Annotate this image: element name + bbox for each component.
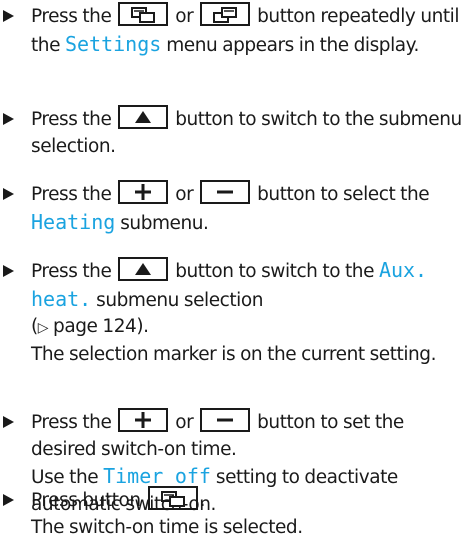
step-4: Press the button to switch to the Aux. h… [0,257,462,368]
page-reference: page 124). [48,316,149,338]
step-3: Press the or button to select the Heatin… [0,180,462,237]
triangle-bullet-icon [3,494,14,506]
step-text: Press the [31,109,117,130]
step-text: Press button [31,490,146,511]
triangle-bullet-icon [3,188,14,200]
triangle-bullet-icon [3,113,14,125]
step-text: button to switch to the [170,261,379,282]
triangle-bullet-icon [3,416,14,428]
step-text: Press the [31,6,117,27]
timer-off-setting-label: Timer off [103,464,211,489]
step-text: Press the [31,412,117,433]
instruction-page: Press the or button repeatedly until the… [0,0,464,557]
plus-key-icon [118,180,169,204]
step-6: Press button . The switch-on time is sel… [0,486,462,541]
screen-forward-key-icon [200,2,251,26]
heating-submenu-label: Heating [31,209,116,234]
step-note: The selection marker is on the current s… [31,343,437,365]
triangle-bullet-icon [3,265,14,277]
step-text: Press the [31,184,117,205]
step-1: Press the or button repeatedly until the… [0,2,462,59]
step-text: menu appears in the display. [161,34,419,56]
step-text: submenu selection [91,289,263,311]
minus-key-icon [200,180,251,204]
step-text: or [170,184,199,205]
triangle-bullet-icon [3,10,14,22]
plus-key-icon [118,408,169,432]
screen-back-key-icon [118,2,169,26]
step-text: submenu. [115,212,209,234]
step-text: Press the [31,261,117,282]
step-2: Press the button to switch to the sub­me… [0,105,462,160]
settings-menu-label: Settings [64,31,162,56]
step-text: or [170,6,199,27]
screen-back-key-icon [147,486,198,510]
step-note: The switch-on time is selected. [31,516,303,538]
minus-key-icon [200,408,251,432]
step-text: or [170,412,199,433]
step-text: . [199,490,206,511]
up-arrow-key-icon [118,257,169,281]
step-text: button to select the [252,184,430,205]
page-reference-icon: ▷ [37,320,49,337]
up-arrow-key-icon [118,105,169,129]
